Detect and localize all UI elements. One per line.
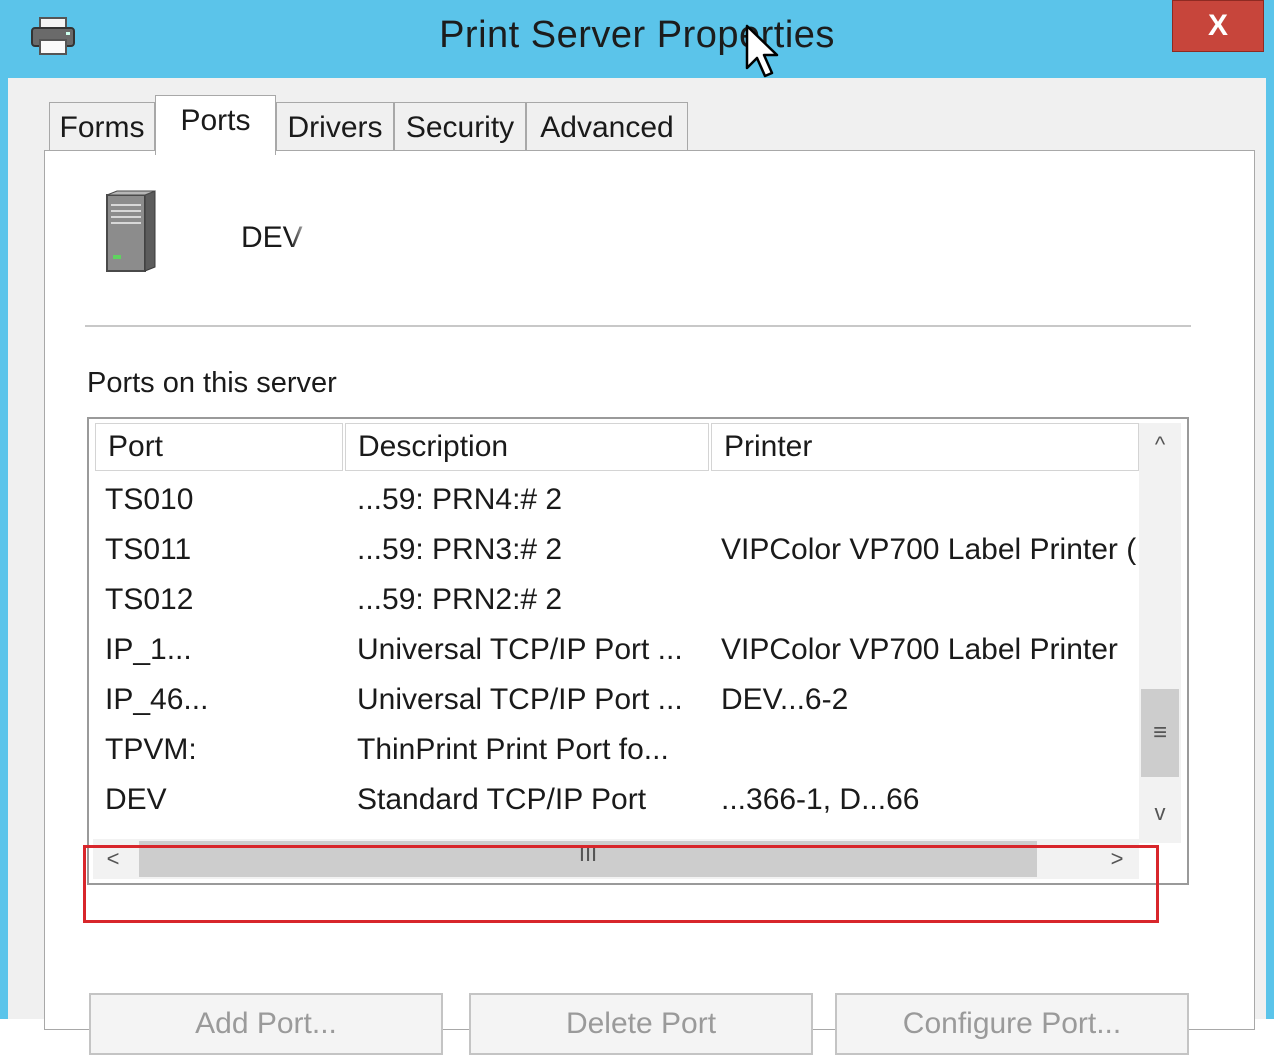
description-cell: Universal TCP/IP Port ... (357, 683, 683, 716)
port-cell: TS010 (105, 483, 194, 516)
column-header-port[interactable]: Port (95, 423, 343, 471)
scroll-up-button[interactable]: ^ (1139, 423, 1181, 467)
vertical-scrollbar[interactable]: ^ ≡ v (1139, 423, 1181, 843)
tab-forms[interactable]: Forms (49, 102, 155, 152)
window-title: Print Server Properties (439, 14, 835, 56)
description-cell: ThinPrint Print Port fo... (357, 733, 669, 766)
printer-cell: VIPColor VP700 Label Printer ( (721, 533, 1137, 566)
window-frame: Print Server Properties X Forms Ports Dr… (0, 0, 1274, 1055)
configure-port-button[interactable]: Configure Port... (835, 993, 1189, 1055)
close-button[interactable]: X (1172, 0, 1264, 52)
printer-cell (721, 475, 1141, 525)
ports-section-label: Ports on this server (87, 367, 337, 399)
tab-security[interactable]: Security (394, 102, 526, 152)
port-cell: TPVM: (105, 733, 197, 766)
printer-cell: DEV...6-2 (721, 683, 849, 716)
dialog-body: Forms Ports Drivers Security Advanced DE… (8, 78, 1266, 1055)
printer-cell (721, 725, 1141, 775)
table-row[interactable]: TS011 ...59: PRN3:# 2 VIPColor VP700 Lab… (89, 525, 1139, 575)
table-row-selected[interactable]: DEV Standard TCP/IP Port ...366-1, D...6… (89, 775, 1139, 825)
description-cell: ...59: PRN2:# 2 (357, 583, 563, 616)
scroll-down-button[interactable]: v (1139, 791, 1181, 835)
grip-icon: ≡ (1152, 719, 1167, 746)
vertical-scroll-thumb[interactable]: ≡ (1141, 689, 1179, 777)
table-row[interactable]: TS010 ...59: PRN4:# 2 (89, 475, 1139, 525)
table-row[interactable]: TS012 ...59: PRN2:# 2 (89, 575, 1139, 625)
ports-list[interactable]: Port Description Printer TS010 ...59: PR… (87, 417, 1189, 885)
selection-highlight-box (83, 845, 1159, 923)
port-cell: IP_1... (105, 633, 192, 666)
title-bar[interactable]: Print Server Properties X (0, 0, 1274, 78)
delete-port-button[interactable]: Delete Port (469, 993, 813, 1055)
printer-cell: VIPColor VP700 Label Printer (721, 633, 1118, 666)
table-row[interactable]: TPVM: ThinPrint Print Port fo... (89, 725, 1139, 775)
separator (85, 325, 1191, 327)
description-cell: ...59: PRN4:# 2 (357, 483, 563, 516)
port-cell: TS012 (105, 583, 194, 616)
description-cell: Universal TCP/IP Port ... (357, 633, 683, 666)
description-cell: Standard TCP/IP Port (357, 783, 647, 816)
tab-drivers[interactable]: Drivers (276, 102, 394, 152)
port-cell: DEV (105, 783, 167, 816)
port-cell: IP_46... (105, 683, 209, 716)
ports-tab-panel: DEV Ports on this server Port Descriptio… (44, 150, 1255, 1055)
table-row[interactable]: IP_1... Universal TCP/IP Port ... VIPCol… (89, 625, 1139, 675)
table-row[interactable]: IP_46... Universal TCP/IP Port ... DEV..… (89, 675, 1139, 725)
column-header-description[interactable]: Description (345, 423, 709, 471)
mouse-cursor-icon (745, 24, 779, 78)
server-name: DEV (241, 221, 303, 254)
printer-cell (721, 575, 1141, 625)
tab-ports[interactable]: Ports (155, 95, 276, 155)
column-header-printer[interactable]: Printer (711, 423, 1139, 471)
printer-cell: ...366-1, D...66 (721, 783, 920, 816)
server-icon (106, 190, 156, 272)
tab-advanced[interactable]: Advanced (526, 102, 688, 152)
description-cell: ...59: PRN3:# 2 (357, 533, 563, 566)
add-port-button[interactable]: Add Port... (89, 993, 443, 1055)
port-cell: TS011 (105, 533, 192, 566)
